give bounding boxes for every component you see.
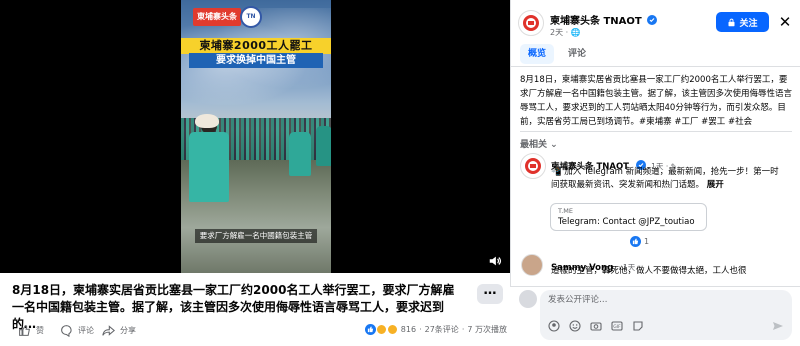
post-body-text: 8月18日，柬埔寨实居省贡比塞县一家工厂约2000名工人举行罢工，要求厂方解雇一… [520,75,793,127]
thumbs-up-icon [19,324,31,336]
video-post-area: 東埔寨头条 TN 柬埔寨2000工人罷工 要求换掉中国主管 要求厂方解雇一名中國… [0,0,510,346]
sticker-icon[interactable] [632,317,644,331]
tab-comments[interactable]: 评论 [560,44,594,64]
channel-badge-icon: TN [240,6,262,28]
follow-button[interactable]: 关注 [716,12,769,32]
comment-count[interactable]: 27条评论 [425,324,459,335]
divider [510,66,800,67]
follow-label: 关注 [739,18,758,29]
comment-text: 這樣的主管，轟死他，做人不要做得太絕，工人也很 [551,266,747,276]
channel-logo: 東埔寨头条 [193,8,241,26]
video-title-banner: 柬埔寨2000工人罷工 [181,38,331,54]
close-icon[interactable]: ✕ [777,14,793,30]
commenter-avatar[interactable] [521,254,543,276]
sad-reaction-icon [386,324,398,335]
worker-hat [195,114,219,128]
share-button[interactable]: 分享 [102,322,136,338]
comment-icon [61,324,72,337]
composer-tools: GIF [548,317,644,332]
reaction-count[interactable]: 816 [401,325,416,334]
follow-icon [728,18,735,26]
worker-figure [289,132,311,176]
post-stats: 816 · 27条评论 · 7 万次播放 [364,324,507,335]
globe-icon: 🌐 [570,28,581,37]
verified-badge-icon [647,15,658,25]
comment-reaction-count: 1 [644,237,650,246]
like-reaction-icon [630,236,641,247]
more-options-button[interactable]: … [477,284,503,304]
comment-sort-dropdown[interactable]: 最相关 ⌄ [520,137,558,150]
page-name[interactable]: 柬埔寨头条 TNAOT [550,12,658,27]
panel-tabs: 概览 评论 [520,44,594,64]
share-label: 分享 [120,325,136,335]
page-avatar[interactable] [518,10,544,36]
volume-icon[interactable] [488,253,502,267]
avatar-sticker-icon[interactable] [548,317,560,332]
video-player[interactable]: 東埔寨头条 TN 柬埔寨2000工人罷工 要求换掉中国主管 要求厂方解雇一名中國… [181,0,331,273]
video-sub-banner: 要求换掉中国主管 [189,53,323,68]
like-reaction-icon [364,324,376,335]
comment-reactions[interactable]: 1 [630,236,649,247]
view-count: 7 万次播放 [467,325,507,334]
camera-icon[interactable] [590,317,602,331]
haha-reaction-icon [375,324,387,335]
stats-separator: · [461,325,465,334]
post-time: 2天 · [550,28,571,37]
comment-body: 📲 加入 Telegram 新闻频道，最新新闻，抢先一步！第一时间获取最新资讯、… [551,167,779,190]
worker-figure [316,126,331,166]
svg-text:GIF: GIF [613,324,621,330]
tab-overview[interactable]: 概览 [520,44,555,64]
current-user-avatar [519,290,537,308]
comment-label: 评论 [78,325,94,335]
stats-separator: · [419,325,422,334]
comment-input-placeholder: 发表公开评论… [548,295,608,305]
video-caption: 要求厂方解雇一名中國籍包装主管 [195,229,317,243]
share-icon [102,324,115,336]
like-button[interactable]: 赞 [18,322,44,338]
like-label: 赞 [36,325,44,335]
divider [520,131,792,132]
telegram-link-card[interactable]: T.ME Telegram: Contact @JPZ_toutiao [550,203,707,231]
facebook-video-viewer: 東埔寨头条 TN 柬埔寨2000工人罷工 要求换掉中国主管 要求厂方解雇一名中國… [0,0,800,346]
comment-text: 📲 加入 Telegram 新闻频道，最新新闻，抢先一步！第一时间获取最新资讯、… [551,166,785,192]
see-more-link[interactable]: 展开 [707,180,724,190]
comment-button[interactable]: 评论 [60,322,94,338]
post-actions-bar: 赞 评论 分享 816 · 27条评论 · 7 万次播放 [12,322,507,338]
worker-figure [189,132,229,202]
link-title: Telegram: Contact @JPZ_toutiao [558,217,695,227]
page-name-text: 柬埔寨头条 TNAOT [550,16,642,27]
emoji-icon[interactable] [569,317,581,332]
gif-icon[interactable]: GIF [611,317,623,331]
commenter-avatar[interactable] [520,153,546,179]
post-meta: 2天 · 🌐 [550,27,581,38]
send-icon[interactable] [772,317,784,330]
link-domain: T.ME [558,207,573,215]
